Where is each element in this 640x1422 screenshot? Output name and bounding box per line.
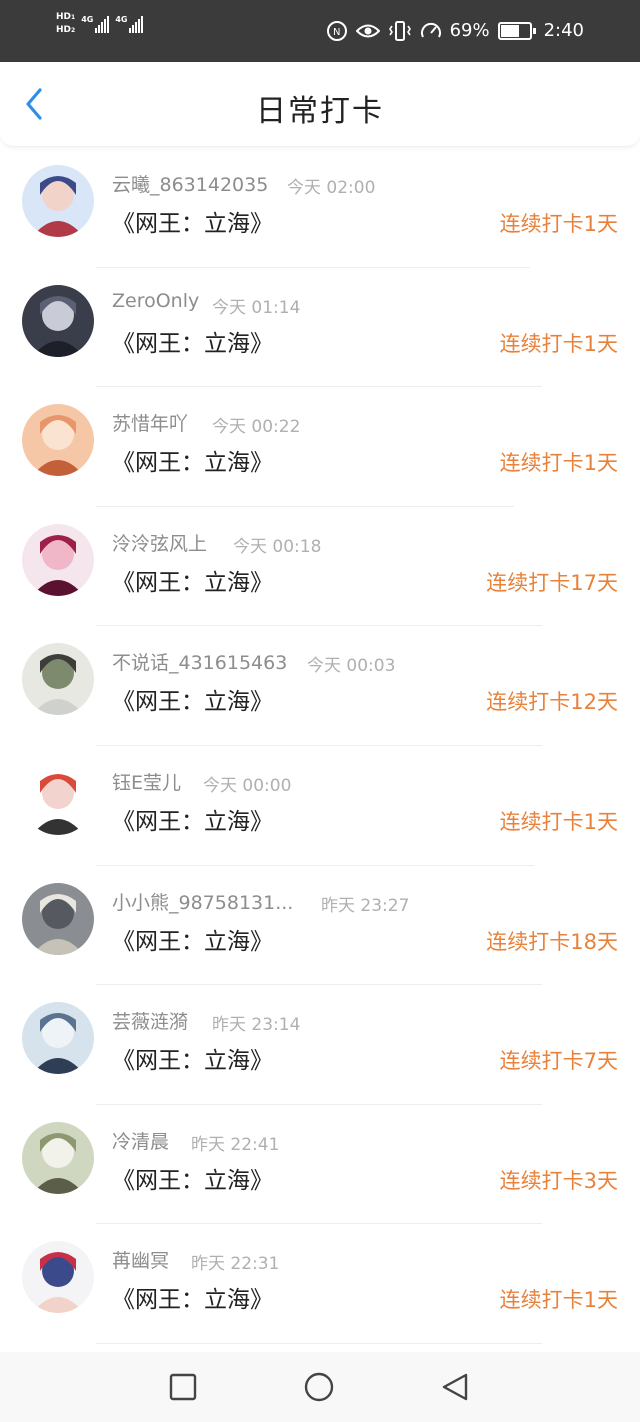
system-nav-bar [0, 1352, 640, 1422]
work-title: 《网王：立海》 [112, 689, 273, 716]
vibrate-icon [388, 21, 411, 41]
checkin-time: 昨天 22:31 [191, 1254, 280, 1275]
app-header: 日常打卡 [0, 62, 640, 147]
username[interactable]: ZeroOnly [112, 290, 199, 312]
work-title: 《网王：立海》 [112, 450, 273, 477]
clock: 2:40 [543, 20, 584, 41]
list-item[interactable]: 小小熊_98758131... 昨天 23:27 《网王：立海》 连续打卡18天 [0, 866, 640, 986]
work-title: 《网王：立海》 [112, 1167, 273, 1194]
avatar[interactable] [22, 643, 94, 716]
checkin-list: 云曦_863142035 今天 02:00 《网王：立海》 连续打卡1天 ZeroOnl… [0, 148, 640, 1344]
signal-icon-2: 4G [115, 15, 144, 33]
streak-badge: 连续打卡17天 [486, 570, 618, 595]
streak-badge: 连续打卡1天 [499, 331, 618, 356]
status-network: HD1 HD2 4G 4G [56, 12, 144, 36]
username[interactable]: 冷清晨 [112, 1127, 169, 1154]
avatar[interactable] [22, 523, 94, 596]
checkin-time: 今天 00:18 [233, 536, 322, 557]
streak-badge: 连续打卡18天 [486, 929, 618, 954]
list-item[interactable]: ZeroOnly 今天 01:14 《网王：立海》 连续打卡1天 [0, 268, 640, 388]
avatar[interactable] [22, 165, 94, 237]
checkin-time: 昨天 23:14 [212, 1015, 301, 1036]
battery-icon [497, 22, 536, 40]
avatar[interactable] [22, 1241, 94, 1314]
svg-text:N: N [333, 27, 340, 38]
hd-icon: HD1 HD2 [56, 12, 76, 35]
speed-icon [420, 22, 441, 38]
work-title: 《网王：立海》 [112, 928, 273, 955]
eye-icon [355, 24, 380, 38]
page-title: 日常打卡 [256, 94, 384, 129]
list-item[interactable]: 苒幽冥 昨天 22:31 《网王：立海》 连续打卡1天 [0, 1224, 640, 1344]
list-item[interactable]: 钰E莹儿 今天 00:00 《网王：立海》 连续打卡1天 [0, 746, 640, 866]
streak-badge: 连续打卡3天 [499, 1168, 618, 1193]
list-item[interactable]: 泠泠弦风上 今天 00:18 《网王：立海》 连续打卡17天 [0, 507, 640, 627]
checkin-time: 今天 00:22 [212, 417, 301, 438]
avatar[interactable] [22, 1002, 94, 1075]
work-title: 《网王：立海》 [112, 808, 273, 835]
row-divider [96, 1342, 542, 1344]
status-bar: HD1 HD2 4G 4G N 69% 2:40 [0, 0, 640, 62]
checkin-time: 今天 00:00 [203, 775, 292, 796]
work-title: 《网王：立海》 [112, 569, 273, 596]
streak-badge: 连续打卡1天 [499, 809, 618, 834]
back-icon[interactable] [440, 1372, 470, 1402]
streak-badge: 连续打卡1天 [499, 451, 618, 476]
streak-badge: 连续打卡12天 [486, 690, 618, 715]
streak-badge: 连续打卡7天 [499, 1049, 618, 1074]
username[interactable]: 芸薇涟漪 [112, 1007, 188, 1034]
username[interactable]: 小小熊_98758131... [112, 888, 293, 915]
checkin-time: 今天 01:14 [212, 297, 301, 318]
avatar[interactable] [22, 882, 94, 955]
checkin-time: 今天 00:03 [307, 656, 396, 677]
checkin-time: 今天 02:00 [287, 178, 376, 198]
recent-apps-icon[interactable] [168, 1372, 198, 1402]
username[interactable]: 泠泠弦风上 [112, 529, 207, 556]
list-item[interactable]: 云曦_863142035 今天 02:00 《网王：立海》 连续打卡1天 [0, 148, 640, 268]
username[interactable]: 不说话_431615463 [112, 648, 287, 675]
home-icon[interactable] [304, 1372, 334, 1402]
list-item[interactable]: 芸薇涟漪 昨天 23:14 《网王：立海》 连续打卡7天 [0, 985, 640, 1105]
username[interactable]: 苒幽冥 [112, 1246, 169, 1273]
list-item[interactable]: 苏惜年吖 今天 00:22 《网王：立海》 连续打卡1天 [0, 387, 640, 507]
username[interactable]: 云曦_863142035 [112, 170, 268, 197]
username[interactable]: 苏惜年吖 [112, 409, 188, 436]
streak-badge: 连续打卡1天 [499, 212, 618, 236]
work-title: 《网王：立海》 [112, 1287, 273, 1314]
status-indicators: N 69% 2:40 [326, 16, 584, 46]
list-item[interactable]: 冷清晨 昨天 22:41 《网王：立海》 连续打卡3天 [0, 1105, 640, 1225]
avatar[interactable] [22, 284, 94, 357]
work-title: 《网王：立海》 [112, 1048, 273, 1075]
checkin-time: 昨天 22:41 [191, 1134, 280, 1155]
avatar[interactable] [22, 404, 94, 477]
avatar[interactable] [22, 1121, 94, 1194]
work-title: 《网王：立海》 [112, 211, 273, 237]
work-title: 《网王：立海》 [112, 330, 273, 357]
signal-icon: 4G [81, 15, 110, 33]
checkin-time: 昨天 23:27 [321, 895, 410, 916]
nfc-icon: N [326, 21, 347, 41]
streak-badge: 连续打卡1天 [499, 1288, 618, 1313]
username[interactable]: 钰E莹儿 [112, 768, 181, 795]
battery-percent: 69% [449, 20, 490, 41]
list-item[interactable]: 不说话_431615463 今天 00:03 《网王：立海》 连续打卡12天 [0, 626, 640, 746]
avatar[interactable] [22, 762, 94, 835]
